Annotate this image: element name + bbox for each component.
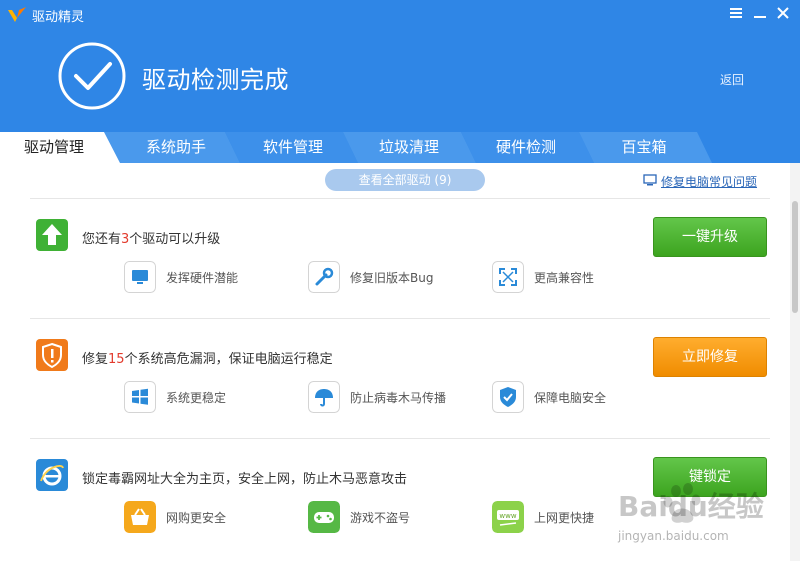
- scrollbar-thumb[interactable]: [792, 201, 798, 313]
- monitor-icon: [643, 174, 657, 186]
- shield-check-icon: [492, 381, 524, 413]
- svg-text:www: www: [499, 512, 516, 520]
- tab-hardware-detection[interactable]: 硬件检测: [467, 132, 585, 163]
- tab-junk-cleanup[interactable]: 垃圾清理: [350, 132, 468, 163]
- vulnerability-section: 修复15个系统高危漏洞，保证电脑运行稳定 立即修复 系统更稳定 防止病毒木马传播: [0, 319, 790, 439]
- page-title: 驱动检测完成: [142, 66, 289, 94]
- shield-alert-icon: [36, 339, 68, 371]
- menu-icon[interactable]: [728, 5, 744, 21]
- logo-icon: [8, 7, 26, 22]
- windows-icon: [124, 381, 156, 413]
- section-message: 修复15个系统高危漏洞，保证电脑运行稳定: [82, 352, 333, 367]
- baidu-watermark: Baidu经验 jingyan.baidu.com: [617, 483, 764, 543]
- check-circle-icon: [58, 42, 126, 110]
- faq-link[interactable]: 修复电脑常见问题: [643, 173, 757, 190]
- back-link[interactable]: 返回: [720, 71, 744, 88]
- section-message: 锁定毒霸网址大全为主页，安全上网，防止木马恶意攻击: [82, 472, 408, 487]
- watermark-subtext: jingyan.baidu.com: [617, 529, 729, 543]
- view-all-drivers-button[interactable]: 查看全部驱动 (9): [325, 169, 485, 191]
- tab-bar: 驱动管理 系统助手 软件管理 垃圾清理 硬件检测 百宝箱: [0, 132, 800, 163]
- internet-explorer-icon: [36, 459, 68, 491]
- wrench-icon: [308, 261, 340, 293]
- header-bar: 驱动精灵 驱动检测完成 返回 驱动管理 系统助手 软件管理 垃圾清理 硬件检测 …: [0, 0, 800, 163]
- www-icon: www: [492, 501, 524, 533]
- minimize-icon[interactable]: [752, 5, 768, 21]
- monitor-icon: [124, 261, 156, 293]
- driver-upgrade-section: 您还有3个驱动可以升级 一键升级 发挥硬件潜能 修复旧版本Bug 更高兼容性: [0, 199, 790, 319]
- expand-icon: [492, 261, 524, 293]
- watermark-text: Baidu经验: [618, 490, 764, 523]
- umbrella-icon: [308, 381, 340, 413]
- app-title: 驱动精灵: [32, 10, 85, 25]
- tab-software-management[interactable]: 软件管理: [234, 132, 352, 163]
- section-message: 您还有3个驱动可以升级: [82, 232, 221, 247]
- shopping-basket-icon: [124, 501, 156, 533]
- one-click-upgrade-button[interactable]: 一键升级: [653, 217, 767, 257]
- fix-now-button[interactable]: 立即修复: [653, 337, 767, 377]
- tab-toolbox[interactable]: 百宝箱: [585, 132, 703, 163]
- tab-driver-management[interactable]: 驱动管理: [0, 132, 108, 163]
- close-icon[interactable]: [775, 5, 791, 21]
- upgrade-arrow-icon: [36, 219, 68, 251]
- gamepad-icon: [308, 501, 340, 533]
- tab-system-assistant[interactable]: 系统助手: [118, 132, 234, 163]
